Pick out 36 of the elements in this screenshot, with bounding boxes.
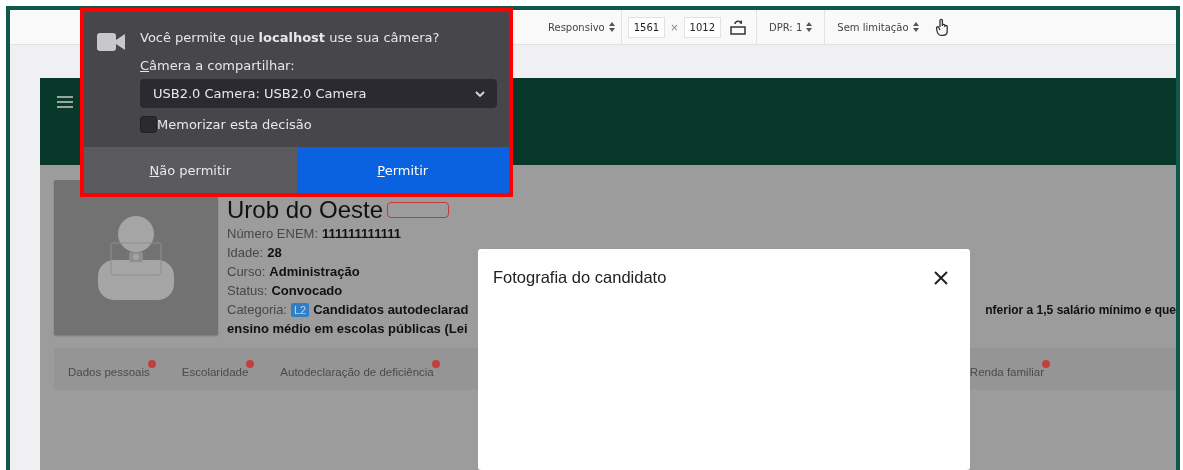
category-text: Candidatos autodeclarad — [313, 302, 469, 317]
dialog-title: Fotografia do candidato — [493, 268, 667, 287]
dropdown-arrows-icon[interactable] — [806, 22, 813, 32]
field-label: Curso: — [227, 264, 266, 279]
field-label: Categoria: — [227, 302, 287, 317]
tag-outline — [387, 202, 450, 218]
dropdown-arrows-icon[interactable] — [608, 22, 615, 32]
camera-select[interactable]: USB2.0 Camera: USB2.0 Camera — [140, 79, 497, 108]
person-silhouette-icon — [98, 215, 174, 300]
menu-icon[interactable] — [57, 96, 73, 108]
remember-checkbox[interactable] — [140, 116, 157, 133]
dropdown-arrows-icon[interactable] — [912, 22, 919, 32]
throttling-select[interactable]: Sem limitação — [837, 21, 909, 33]
permission-question: Você permite que localhost use sua câmera? — [140, 29, 441, 47]
category-text: nferior a 1,5 salário mínimo e que — [985, 302, 1176, 317]
field-value: Convocado — [271, 283, 343, 298]
dpr-select[interactable]: DPR: 1 — [769, 21, 803, 33]
field-label: Status: — [227, 283, 268, 298]
chevron-down-icon — [475, 90, 485, 97]
field-value: 111111111111 — [322, 226, 401, 241]
category-text: ensino médio em escolas públicas (Lei — [227, 321, 468, 336]
field-label: Número ENEM: — [227, 226, 319, 241]
allow-button[interactable]: Permitir — [296, 147, 509, 193]
height-field[interactable]: 1012 — [683, 16, 721, 38]
width-field[interactable]: 1561 — [627, 16, 666, 38]
category-badge: L2 — [291, 302, 310, 317]
dimension-separator: × — [670, 21, 679, 33]
device-select[interactable]: Responsivo — [548, 21, 605, 33]
field-label: Idade: — [227, 245, 264, 260]
candidate-name: Urob do Oeste — [227, 196, 384, 224]
camera-label: Câmera a compartilhar: — [140, 58, 296, 73]
field-value: 28 — [267, 245, 282, 260]
deny-button[interactable]: Não permitir — [84, 147, 297, 193]
close-icon[interactable] — [934, 270, 948, 285]
field-value: Administração — [269, 264, 360, 279]
checkbox-label: Memorizar esta decisão — [157, 117, 312, 132]
